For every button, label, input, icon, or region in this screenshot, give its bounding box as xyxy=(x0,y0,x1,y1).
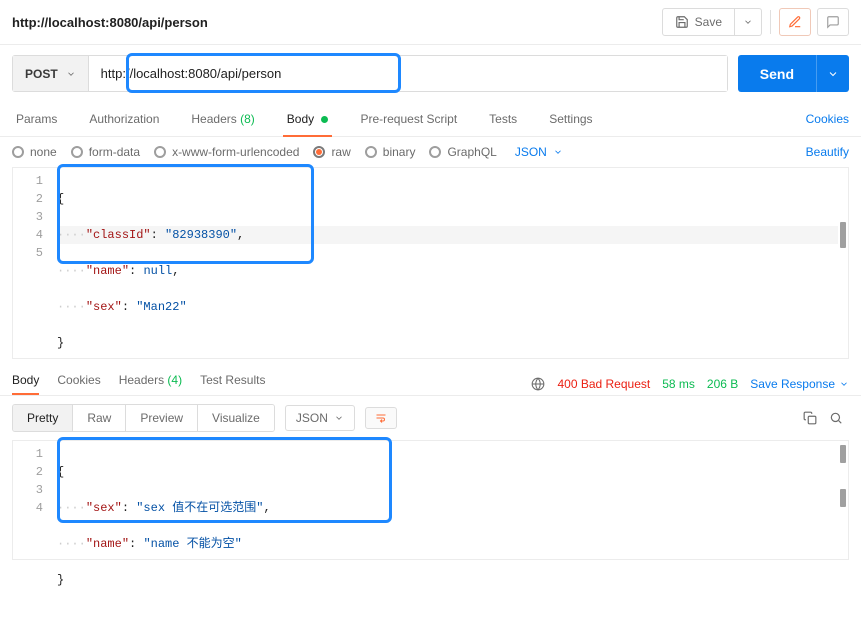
beautify-link[interactable]: Beautify xyxy=(806,145,849,159)
request-bar: POST Send xyxy=(0,45,861,102)
send-button-group: Send xyxy=(738,55,849,92)
radio-icon xyxy=(154,146,166,158)
code-content: { ····"classId": "82938390", ····"name":… xyxy=(57,172,848,388)
tab-tests[interactable]: Tests xyxy=(485,102,521,136)
radio-formdata-label: form-data xyxy=(89,145,140,159)
edit-button[interactable] xyxy=(779,8,811,36)
raw-format-label: JSON xyxy=(515,145,547,159)
wrap-lines-button[interactable] xyxy=(365,407,397,429)
tab-header: http://localhost:8080/api/person Save xyxy=(0,0,861,45)
radio-urlencoded[interactable]: x-www-form-urlencoded xyxy=(154,145,299,159)
cookies-link[interactable]: Cookies xyxy=(806,102,849,136)
method-label: POST xyxy=(25,67,58,81)
search-icon xyxy=(829,411,843,425)
search-button[interactable] xyxy=(823,407,849,429)
method-select[interactable]: POST xyxy=(13,56,89,91)
radio-icon xyxy=(429,146,441,158)
chevron-down-icon xyxy=(66,69,76,79)
radio-raw-label: raw xyxy=(331,145,350,159)
radio-none[interactable]: none xyxy=(12,145,57,159)
copy-button[interactable] xyxy=(797,407,823,429)
tab-headers[interactable]: Headers (8) xyxy=(187,102,258,136)
radio-icon xyxy=(313,146,325,158)
send-label: Send xyxy=(760,66,794,82)
save-icon xyxy=(675,15,689,29)
request-body-editor[interactable]: 1 2 3 4 5 { ····"classId": "82938390", ·… xyxy=(12,167,849,359)
request-tabs: Params Authorization Headers (8) Body Pr… xyxy=(0,102,861,137)
response-format-dropdown[interactable]: JSON xyxy=(285,405,355,431)
send-button[interactable]: Send xyxy=(738,55,816,92)
comment-icon xyxy=(826,15,840,29)
radio-urlencoded-label: x-www-form-urlencoded xyxy=(172,145,299,159)
save-label: Save xyxy=(695,15,722,29)
chevron-down-icon xyxy=(334,413,344,423)
chevron-down-icon xyxy=(827,68,839,80)
method-url-group: POST xyxy=(12,55,728,92)
raw-format-dropdown[interactable]: JSON xyxy=(515,145,563,159)
line-gutter: 1 2 3 4 xyxy=(13,445,57,625)
modified-dot-icon xyxy=(321,116,328,123)
tab-authorization[interactable]: Authorization xyxy=(85,102,163,136)
radio-icon xyxy=(12,146,24,158)
code-content: { ····"sex": "sex 值不在可选范围", ····"name": … xyxy=(57,445,848,625)
radio-binary[interactable]: binary xyxy=(365,145,416,159)
tab-settings[interactable]: Settings xyxy=(545,102,596,136)
radio-binary-label: binary xyxy=(383,145,416,159)
url-input[interactable] xyxy=(89,56,727,91)
radio-icon xyxy=(365,146,377,158)
line-gutter: 1 2 3 4 5 xyxy=(13,172,57,388)
radio-raw[interactable]: raw xyxy=(313,145,350,159)
chevron-down-icon xyxy=(553,147,563,157)
radio-none-label: none xyxy=(30,145,57,159)
seg-preview[interactable]: Preview xyxy=(125,405,197,431)
seg-raw[interactable]: Raw xyxy=(72,405,125,431)
seg-pretty[interactable]: Pretty xyxy=(13,405,72,431)
save-dropdown-button[interactable] xyxy=(735,8,762,36)
response-format-label: JSON xyxy=(296,411,328,425)
response-toolbar: Pretty Raw Preview Visualize JSON xyxy=(0,395,861,440)
response-body-editor[interactable]: 1 2 3 4 { ····"sex": "sex 值不在可选范围", ····… xyxy=(12,440,849,560)
send-dropdown-button[interactable] xyxy=(816,55,849,92)
pencil-icon xyxy=(788,15,802,29)
tab-body[interactable]: Body xyxy=(283,102,333,136)
view-mode-segment: Pretty Raw Preview Visualize xyxy=(12,404,275,432)
tab-prerequest[interactable]: Pre-request Script xyxy=(356,102,461,136)
divider xyxy=(770,10,771,34)
radio-graphql-label: GraphQL xyxy=(447,145,496,159)
headers-count: (8) xyxy=(240,112,255,126)
copy-icon xyxy=(803,411,817,425)
body-type-options: none form-data x-www-form-urlencoded raw… xyxy=(0,137,861,167)
tab-headers-label: Headers xyxy=(191,112,236,126)
save-button[interactable]: Save xyxy=(662,8,735,36)
request-title: http://localhost:8080/api/person xyxy=(12,15,662,30)
comment-button[interactable] xyxy=(817,8,849,36)
seg-visualize[interactable]: Visualize xyxy=(197,405,274,431)
radio-graphql[interactable]: GraphQL xyxy=(429,145,496,159)
tab-body-label: Body xyxy=(287,112,314,126)
radio-formdata[interactable]: form-data xyxy=(71,145,140,159)
chevron-down-icon xyxy=(743,17,753,27)
save-button-group: Save xyxy=(662,8,762,36)
tab-params[interactable]: Params xyxy=(12,102,61,136)
radio-icon xyxy=(71,146,83,158)
wrap-icon xyxy=(374,412,388,424)
